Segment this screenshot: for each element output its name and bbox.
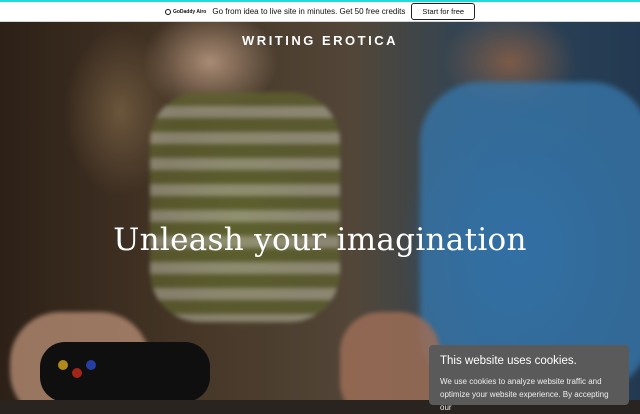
cookie-banner-title: This website uses cookies. — [440, 355, 577, 367]
godaddy-icon — [164, 8, 171, 15]
cookie-banner: This website uses cookies. We use cookie… — [429, 345, 629, 412]
start-for-free-button[interactable]: Start for free — [411, 3, 476, 20]
hero-overlay — [0, 22, 640, 400]
hero-image — [0, 22, 640, 400]
godaddy-logo-text: GoDaddy Airo — [172, 8, 207, 15]
site-title[interactable]: WRITING EROTICA — [0, 33, 640, 48]
cookie-banner-text: We use cookies to analyze website traffi… — [440, 377, 609, 412]
promo-message: Go from idea to live site in minutes. Ge… — [212, 7, 406, 16]
godaddy-logo[interactable]: GoDaddy Airo — [164, 8, 207, 15]
hero-tagline: Unleash your imagination — [113, 222, 527, 258]
promo-bar: GoDaddy Airo Go from idea to live site i… — [0, 0, 640, 22]
